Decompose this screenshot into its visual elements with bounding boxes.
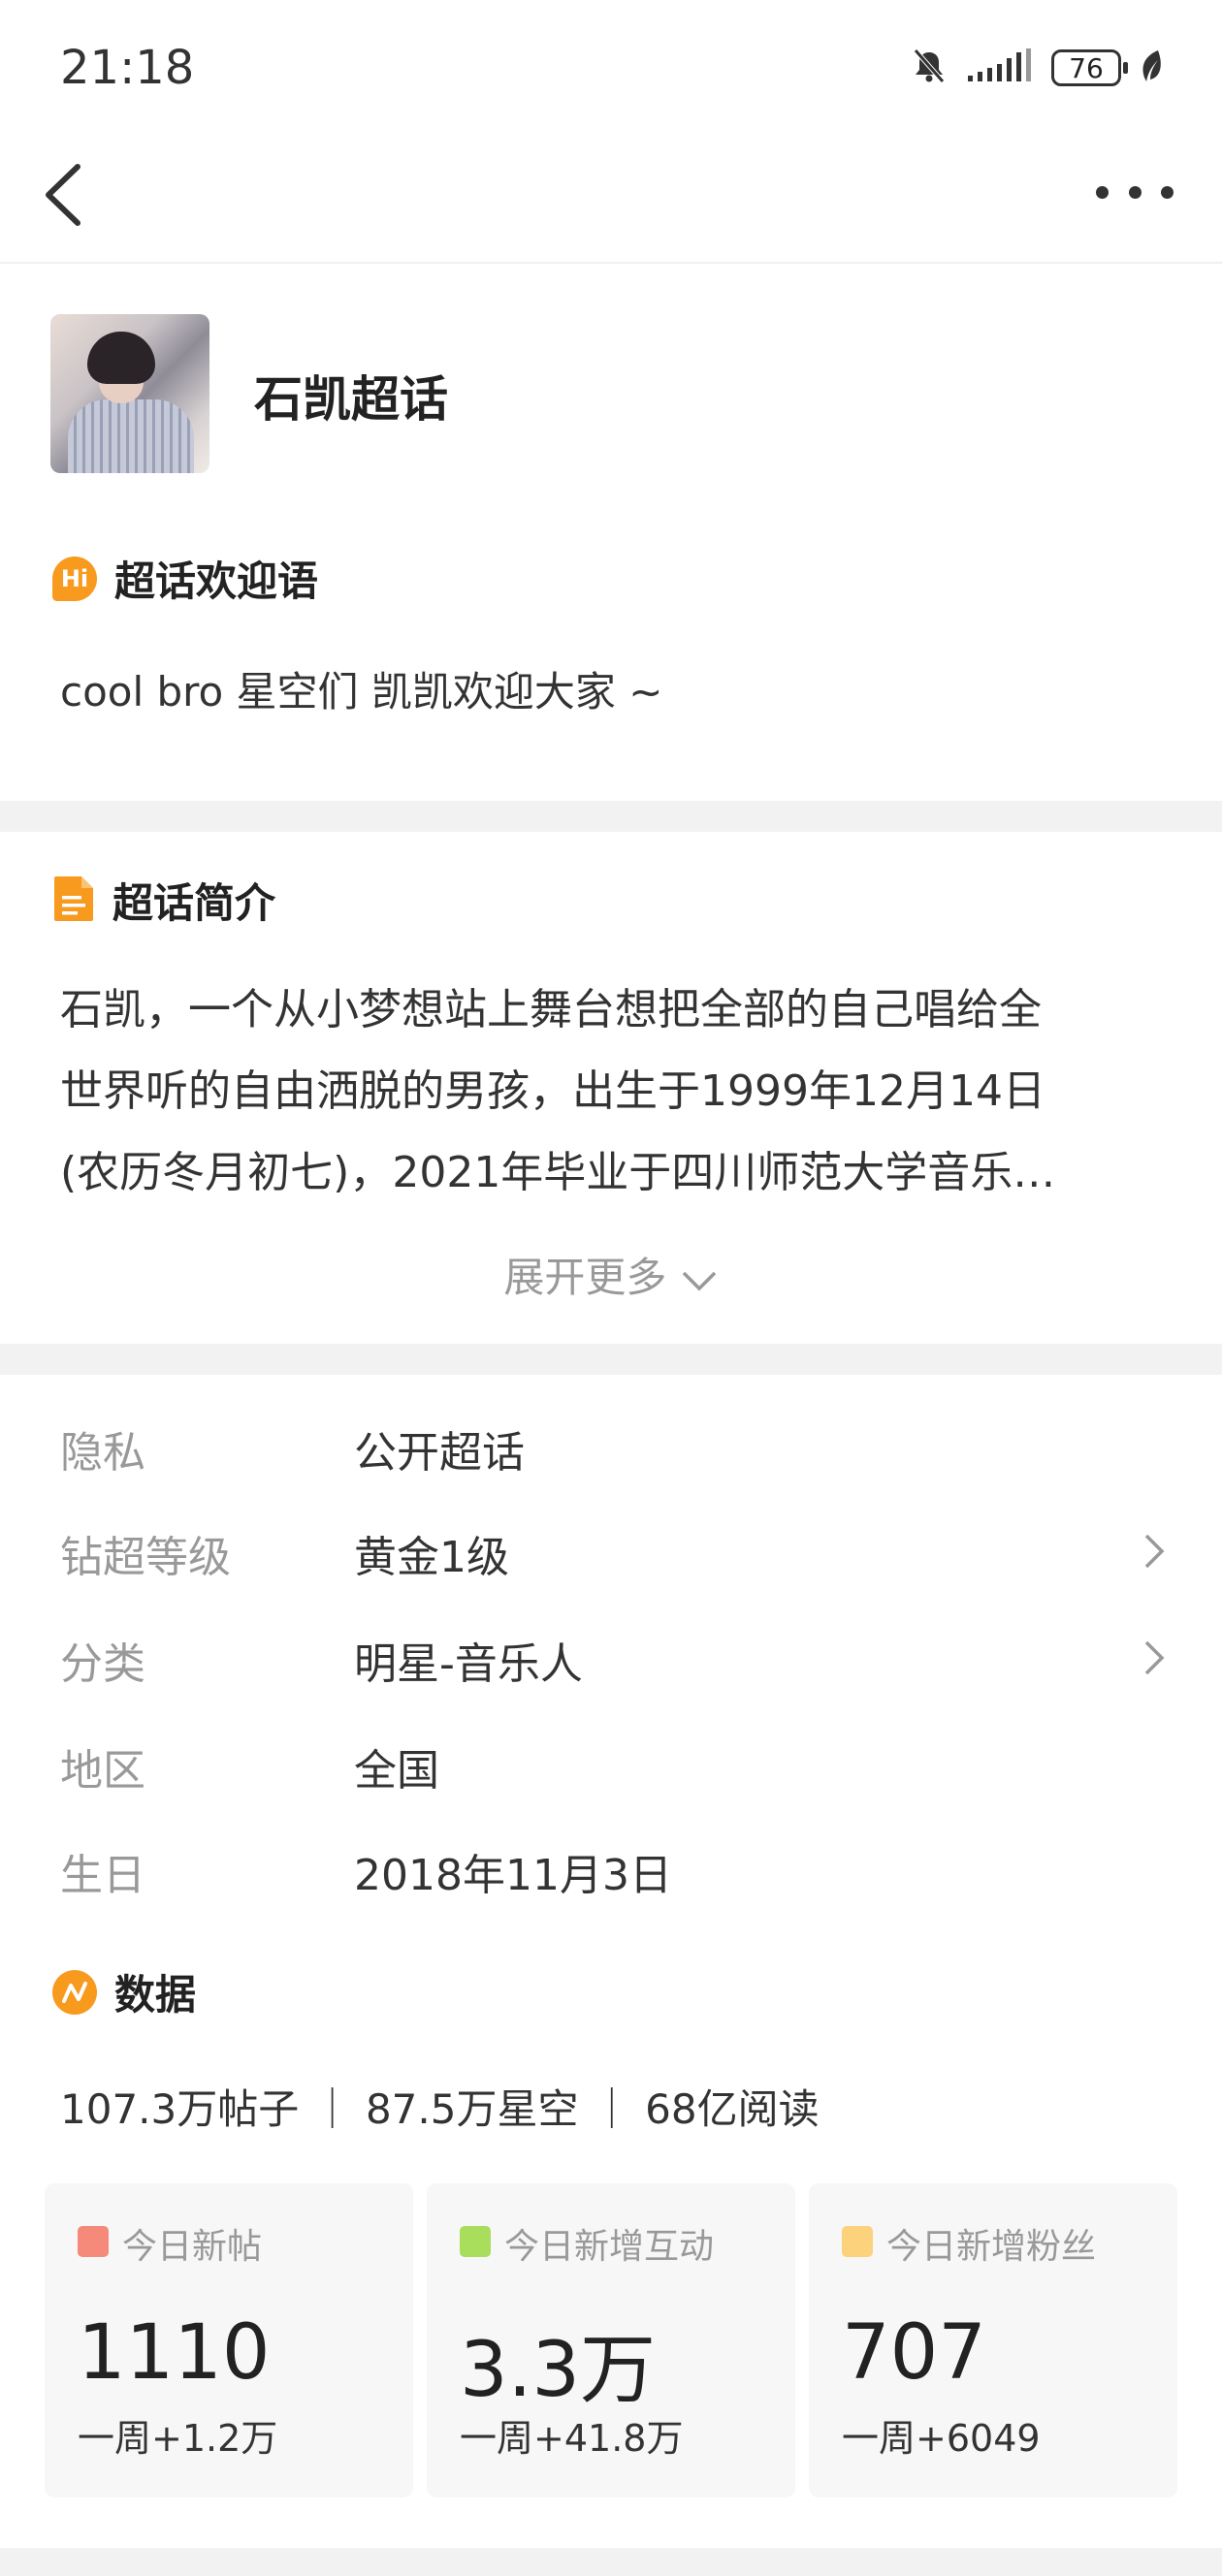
intro-heading: 超话简介 xyxy=(113,879,276,927)
expand-more-button[interactable]: 展开更多 xyxy=(0,1245,1222,1304)
stat-caption: 今日新帖 xyxy=(122,2227,263,2267)
intro-line: 石凯，一个从小梦想站上舞台想把全部的自己唱给全 xyxy=(60,985,1042,1034)
color-swatch xyxy=(78,2226,109,2257)
level-label: 钻超等级 xyxy=(60,1533,231,1582)
intro-text: 石凯，一个从小梦想站上舞台想把全部的自己唱给全 世界听的自由洒脱的男孩，出生于1… xyxy=(60,970,1166,1214)
chevron-down-icon xyxy=(682,1271,716,1290)
back-button[interactable] xyxy=(39,161,97,229)
privacy-label: 隐私 xyxy=(60,1428,145,1478)
topic-avatar[interactable] xyxy=(50,314,209,473)
category-value[interactable]: 明星-音乐人 xyxy=(354,1629,583,1691)
stat-card-interactions[interactable]: 今日新增互动 3.3万 一周+41.8万 xyxy=(427,2183,795,2497)
intro-heading-row: 超话简介 xyxy=(52,871,275,930)
chevron-right-icon[interactable] xyxy=(1139,1530,1168,1573)
level-value[interactable]: 黄金1级 xyxy=(354,1522,509,1584)
chevron-right-icon[interactable] xyxy=(1139,1637,1168,1679)
stat-card-new-posts[interactable]: 今日新帖 1110 一周+1.2万 xyxy=(45,2183,413,2497)
stat-weekly: 一周+1.2万 xyxy=(78,2417,278,2460)
region-value: 全国 xyxy=(354,1746,439,1796)
status-time: 21:18 xyxy=(60,41,195,95)
stat-value: 707 xyxy=(842,2309,986,2397)
section-divider xyxy=(0,1344,1222,1375)
nav-divider xyxy=(0,262,1222,264)
region-label: 地区 xyxy=(60,1746,145,1796)
hi-icon-text: Hi xyxy=(60,564,89,592)
avatar-figure-hair xyxy=(87,332,155,384)
stat-caption: 今日新增粉丝 xyxy=(886,2227,1097,2267)
color-swatch xyxy=(460,2226,491,2257)
stat-card-new-fans[interactable]: 今日新增粉丝 707 一周+6049 xyxy=(809,2183,1177,2497)
color-swatch xyxy=(842,2226,873,2257)
avatar-figure-shirt xyxy=(68,399,194,473)
data-icon xyxy=(52,1969,97,2015)
data-heading: 数据 xyxy=(114,1971,197,2019)
status-icons: 76 xyxy=(910,47,1164,89)
stat-weekly: 一周+41.8万 xyxy=(460,2417,684,2460)
dot xyxy=(1161,185,1174,199)
leaf-icon xyxy=(1139,48,1164,87)
page-title: 石凯超话 xyxy=(254,371,448,428)
hi-icon: Hi xyxy=(52,556,97,601)
section-divider xyxy=(0,801,1222,832)
data-heading-row: 数据 xyxy=(52,1962,196,2021)
intro-line: (农历冬月初七)，2021年毕业于四川师范大学音乐… xyxy=(60,1148,1056,1197)
section-divider xyxy=(0,2548,1222,2576)
battery-icon: 76 xyxy=(1051,49,1128,86)
document-icon xyxy=(52,875,95,927)
birthday-label: 生日 xyxy=(60,1851,145,1900)
battery-level: 76 xyxy=(1069,51,1104,84)
birthday-value: 2018年11月3日 xyxy=(354,1851,672,1900)
stat-weekly: 一周+6049 xyxy=(842,2417,1041,2460)
mute-bell-icon xyxy=(910,47,949,89)
welcome-heading-row: Hi 超话欢迎语 xyxy=(52,549,318,608)
stat-value: 1110 xyxy=(78,2309,271,2397)
chevron-left-icon xyxy=(46,164,80,226)
stat-value: 3.3万 xyxy=(460,2327,657,2414)
dot xyxy=(1096,185,1109,199)
privacy-value: 公开超话 xyxy=(354,1428,525,1478)
more-options-button[interactable] xyxy=(1096,173,1174,211)
dot xyxy=(1128,185,1142,199)
signal-icon xyxy=(966,47,1034,89)
category-label: 分类 xyxy=(60,1639,145,1689)
stat-caption: 今日新增互动 xyxy=(504,2227,715,2267)
welcome-heading: 超话欢迎语 xyxy=(114,557,319,605)
welcome-text: cool bro 星空们 凯凯欢迎大家 ~ xyxy=(60,668,663,716)
intro-line: 世界听的自由洒脱的男孩，出生于1999年12月14日 xyxy=(60,1066,1045,1116)
stats-summary: 107.3万帖子 ｜ 87.5万星空 ｜ 68亿阅读 xyxy=(60,2085,820,2133)
expand-label: 展开更多 xyxy=(503,1254,667,1301)
